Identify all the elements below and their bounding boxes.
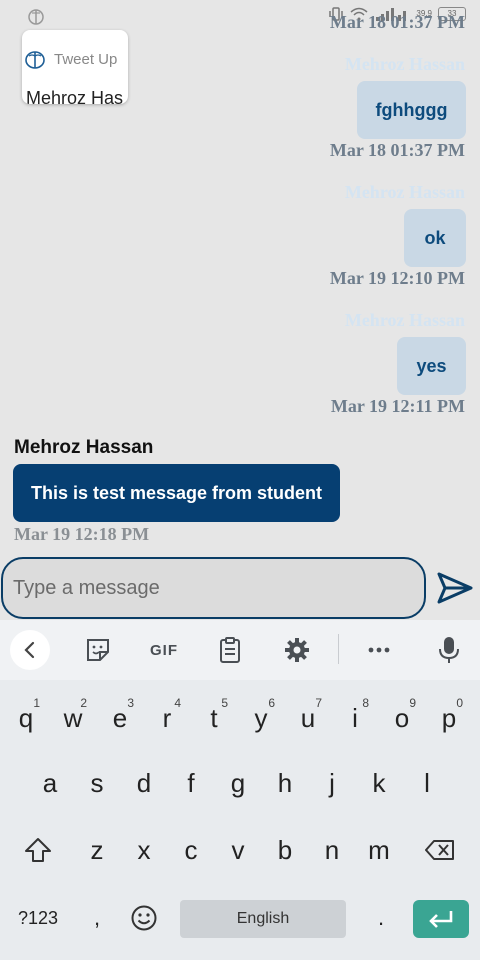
key-label: o <box>394 702 410 733</box>
key-t[interactable]: 5t <box>190 692 238 744</box>
space-key[interactable]: English <box>180 900 346 938</box>
key-w[interactable]: 2w <box>49 692 97 744</box>
more-options-button[interactable] <box>365 635 393 665</box>
key-r[interactable]: 4r <box>143 692 191 744</box>
gif-label: GIF <box>150 641 178 659</box>
more-horizontal-icon <box>368 647 390 653</box>
key-hint: 5 <box>221 696 228 710</box>
key-l[interactable]: l <box>403 757 451 809</box>
message-input[interactable] <box>1 557 426 619</box>
tweet-up-logo-icon <box>25 51 45 69</box>
key-x[interactable]: x <box>120 824 168 876</box>
key-hint: 3 <box>127 696 134 710</box>
key-hint: 7 <box>315 696 322 710</box>
key-j[interactable]: j <box>308 757 356 809</box>
key-label: u <box>300 702 316 733</box>
message-timestamp: Mar 19 12:11 PM <box>330 396 465 416</box>
message-bubble[interactable]: fghhggg <box>357 81 466 139</box>
chevron-left-icon <box>24 641 35 659</box>
enter-icon <box>429 911 453 928</box>
key-e[interactable]: 3e <box>96 692 144 744</box>
emoji-icon <box>131 905 157 931</box>
clipboard-button[interactable] <box>217 635 243 665</box>
sticker-icon <box>87 639 109 661</box>
message-sender: Mehroz Hassan <box>14 437 154 458</box>
key-h[interactable]: h <box>261 757 309 809</box>
clipboard-icon <box>220 637 240 663</box>
message-bubble[interactable]: ok <box>404 209 466 267</box>
key-v[interactable]: v <box>214 824 262 876</box>
key-label: i <box>352 702 358 733</box>
key-label: q <box>18 702 34 733</box>
keyboard-toolbar: GIF <box>0 620 480 680</box>
emoji-key[interactable] <box>126 896 162 940</box>
key-b[interactable]: b <box>261 824 309 876</box>
toolbar-divider <box>338 634 339 664</box>
key-hint: 4 <box>174 696 181 710</box>
shift-icon <box>25 838 51 862</box>
key-hint: 1 <box>33 696 40 710</box>
settings-button[interactable] <box>283 635 311 665</box>
key-hint: 9 <box>409 696 416 710</box>
key-hint: 6 <box>268 696 275 710</box>
message-timestamp: Mar 18 01:37 PM <box>329 140 465 160</box>
chat-user-name: Mehroz Has <box>26 88 124 104</box>
key-u[interactable]: 7u <box>284 692 332 744</box>
sticker-button[interactable] <box>84 635 112 665</box>
key-n[interactable]: n <box>308 824 356 876</box>
message-sender: Mehroz Hassan <box>344 182 465 202</box>
app-name: Tweet Up <box>54 51 118 68</box>
symbols-key[interactable]: ?123 <box>10 896 66 940</box>
key-label: p <box>441 702 457 733</box>
key-z[interactable]: z <box>73 824 121 876</box>
message-timestamp: Mar 18 01:37 PM <box>329 12 465 32</box>
key-hint: 2 <box>80 696 87 710</box>
key-i[interactable]: 8i <box>331 692 379 744</box>
key-q[interactable]: 1q <box>2 692 50 744</box>
voice-input-button[interactable] <box>436 635 462 665</box>
enter-key[interactable] <box>413 900 469 938</box>
shift-key[interactable] <box>14 824 62 876</box>
message-timestamp: Mar 19 12:18 PM <box>14 524 150 544</box>
gear-icon <box>285 638 309 662</box>
key-d[interactable]: d <box>120 757 168 809</box>
key-a[interactable]: a <box>26 757 74 809</box>
send-icon[interactable] <box>437 572 473 604</box>
message-bubble[interactable]: yes <box>397 337 466 395</box>
key-y[interactable]: 6y <box>237 692 285 744</box>
key-hint: 8 <box>362 696 369 710</box>
message-sender: Mehroz Hassan <box>344 54 465 74</box>
period-key[interactable]: . <box>364 896 398 940</box>
app-switch-card[interactable]: Tweet Up Mehroz Has <box>22 30 128 104</box>
key-s[interactable]: s <box>73 757 121 809</box>
key-p[interactable]: 0p <box>425 692 473 744</box>
message-sender: Mehroz Hassan <box>344 310 465 330</box>
key-o[interactable]: 9o <box>378 692 426 744</box>
backspace-icon <box>425 840 454 860</box>
key-label: r <box>162 702 172 733</box>
keyboard-back-button[interactable] <box>10 630 50 670</box>
key-f[interactable]: f <box>167 757 215 809</box>
key-c[interactable]: c <box>167 824 215 876</box>
microphone-icon <box>439 637 459 663</box>
key-label: y <box>254 702 268 733</box>
key-g[interactable]: g <box>214 757 262 809</box>
key-m[interactable]: m <box>355 824 403 876</box>
message-timestamp: Mar 19 12:10 PM <box>329 268 465 288</box>
key-label: t <box>210 702 218 733</box>
key-hint: 0 <box>456 696 463 710</box>
key-k[interactable]: k <box>355 757 403 809</box>
backspace-key[interactable] <box>416 824 464 876</box>
message-bubble[interactable]: This is test message from student <box>13 464 340 522</box>
gif-button[interactable]: GIF <box>146 635 182 665</box>
key-label: e <box>112 702 128 733</box>
on-screen-keyboard: GIF 1 q 2 w 3 e 4 r 5 t 6 y 7 u 8 i 9 o … <box>0 620 480 960</box>
comma-key[interactable]: , <box>80 896 114 940</box>
